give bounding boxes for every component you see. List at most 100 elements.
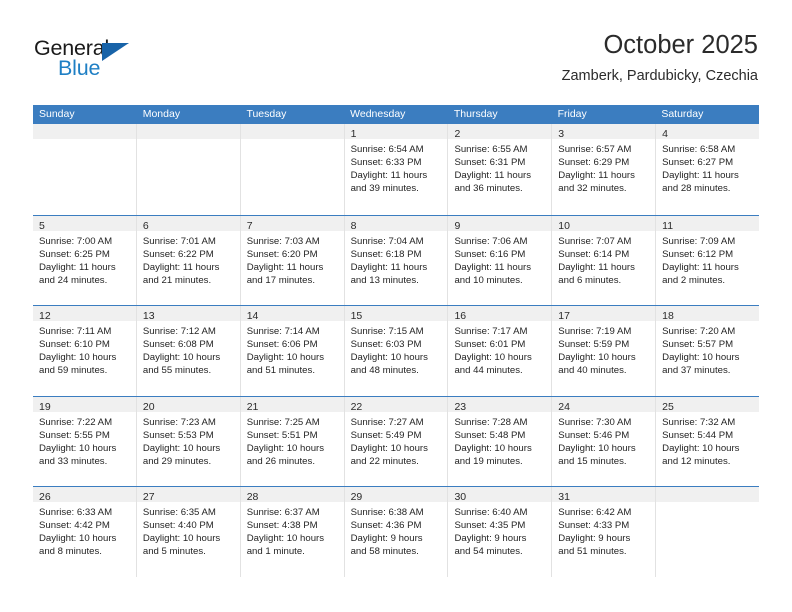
sunset-text: Sunset: 6:18 PM — [350, 248, 422, 260]
day-number-band: 10 — [552, 215, 656, 232]
day-number-band — [240, 124, 344, 139]
day-number-band: 31 — [552, 487, 656, 503]
day-details: Sunrise: 7:11 AM Sunset: 6:10 PM Daylight:… — [33, 321, 136, 377]
sunrise-text: Sunrise: 7:27 AM — [350, 416, 424, 428]
day-details: Sunrise: 7:06 AM Sunset: 6:16 PM Daylight:… — [448, 231, 551, 287]
daylight-text-line2: and 24 minutes. — [39, 274, 108, 286]
day-number: 8 — [350, 219, 357, 232]
calendar-day-cell[interactable]: 22 Sunrise: 7:27 AM Sunset: 5:49 PM Dayligh… — [343, 396, 448, 486]
day-number-band: 21 — [240, 396, 344, 413]
calendar-day-cell[interactable]: 31 Sunrise: 6:42 AM Sunset: 4:33 PM Dayligh… — [551, 487, 656, 577]
day-number: 18 — [662, 310, 674, 322]
sunrise-text: Sunrise: 6:58 AM — [662, 144, 736, 155]
daylight-text-line1: Daylight: 11 hours — [39, 261, 116, 273]
weekday-thursday: Thursday — [453, 108, 498, 120]
calendar-day-cell[interactable]: 30 Sunrise: 6:40 AM Sunset: 4:35 PM Dayligh… — [447, 487, 552, 577]
daylight-text-line2: and 2 minutes. — [662, 274, 726, 286]
calendar-day-cell[interactable]: 1 Sunrise: 6:54 AM Sunset: 6:33 PM Daylight… — [343, 124, 448, 215]
daylight-text-line2: and 36 minutes. — [454, 183, 523, 195]
calendar-day-cell[interactable]: 13 Sunrise: 7:12 AM Sunset: 6:08 PM Dayligh… — [135, 306, 240, 396]
sunset-text: Sunset: 6:12 PM — [662, 248, 734, 260]
day-number: 5 — [39, 219, 45, 232]
day-number-band — [33, 124, 136, 139]
calendar-day-cell[interactable]: 18 Sunrise: 7:20 AM Sunset: 5:57 PM Dayligh… — [655, 306, 760, 396]
calendar-day-cell[interactable]: 12 Sunrise: 7:11 AM Sunset: 6:10 PM Dayligh… — [33, 306, 136, 396]
calendar-day-cell[interactable]: 4 Sunrise: 6:58 AM Sunset: 6:27 PM Daylight… — [655, 124, 760, 215]
calendar-day-cell[interactable]: 6 Sunrise: 7:01 AM Sunset: 6:22 PM Daylight… — [135, 215, 240, 305]
sunrise-text: Sunrise: 6:54 AM — [350, 144, 424, 155]
calendar-day-cell[interactable]: 9 Sunrise: 7:06 AM Sunset: 6:16 PM Daylight… — [447, 215, 552, 305]
day-number-band: 13 — [136, 306, 240, 322]
day-number: 12 — [39, 310, 51, 322]
calendar-day-cell[interactable]: 27 Sunrise: 6:35 AM Sunset: 4:40 PM Dayligh… — [135, 487, 240, 577]
calendar-day-cell-empty — [655, 487, 760, 577]
day-number: 22 — [350, 400, 363, 413]
day-details: Sunrise: 7:14 AM Sunset: 6:06 PM Daylight:… — [241, 321, 344, 377]
day-number-band: 26 — [33, 487, 136, 503]
sunset-text: Sunset: 6:14 PM — [558, 248, 630, 260]
weekday-sunday: Sunday — [39, 108, 75, 120]
day-number-band: 28 — [240, 487, 344, 503]
sunrise-text: Sunrise: 7:30 AM — [558, 416, 632, 428]
calendar-day-cell[interactable]: 10 Sunrise: 7:07 AM Sunset: 6:14 PM Dayligh… — [551, 215, 656, 305]
calendar-day-cell[interactable]: 17 Sunrise: 7:19 AM Sunset: 5:59 PM Dayligh… — [551, 306, 656, 396]
sunrise-text: Sunrise: 7:11 AM — [39, 326, 112, 337]
day-number: 6 — [142, 219, 149, 232]
calendar-day-cell[interactable]: 5 Sunrise: 7:00 AM Sunset: 6:25 PM Daylight… — [33, 215, 136, 305]
calendar-day-cell[interactable]: 14 Sunrise: 7:14 AM Sunset: 6:06 PM Dayligh… — [239, 306, 344, 396]
calendar-day-cell[interactable]: 23 Sunrise: 7:28 AM Sunset: 5:48 PM Dayligh… — [447, 396, 552, 486]
day-number: 25 — [662, 400, 674, 413]
sunset-text: Sunset: 4:42 PM — [39, 520, 110, 532]
day-number: 20 — [142, 400, 155, 413]
day-details: Sunrise: 7:03 AM Sunset: 6:20 PM Daylight:… — [241, 231, 344, 287]
day-details: Sunrise: 7:32 AM Sunset: 5:44 PM Daylight:… — [656, 412, 759, 468]
day-details: Sunrise: 6:57 AM Sunset: 6:29 PM Daylight:… — [552, 139, 655, 195]
calendar-day-cell[interactable]: 25 Sunrise: 7:32 AM Sunset: 5:44 PM Dayligh… — [655, 396, 760, 486]
day-number: 24 — [558, 400, 570, 413]
sunset-text: Sunset: 6:16 PM — [454, 248, 526, 260]
calendar-day-cell[interactable]: 8 Sunrise: 7:04 AM Sunset: 6:18 PM Daylight… — [343, 215, 448, 305]
day-number-band: 19 — [33, 396, 136, 413]
sunrise-text: Sunrise: 7:00 AM — [39, 235, 113, 247]
general-blue-logo: General Blue — [34, 36, 184, 84]
calendar-day-cell[interactable]: 7 Sunrise: 7:03 AM Sunset: 6:20 PM Daylight… — [239, 215, 344, 305]
calendar-day-cell[interactable]: 26 Sunrise: 6:33 AM Sunset: 4:42 PM Dayligh… — [33, 487, 136, 577]
day-details: Sunrise: 6:37 AM Sunset: 4:38 PM Daylight:… — [241, 502, 344, 558]
triangle-icon — [102, 43, 129, 61]
calendar-day-cell[interactable]: 11 Sunrise: 7:09 AM Sunset: 6:12 PM Dayligh… — [655, 215, 760, 305]
daylight-text-line1: Daylight: 10 hours — [454, 352, 532, 364]
calendar-day-cell[interactable]: 29 Sunrise: 6:38 AM Sunset: 4:36 PM Dayligh… — [343, 487, 448, 577]
daylight-text-line1: Daylight: 11 hours — [662, 261, 739, 273]
daylight-text-line1: Daylight: 9 hours — [454, 533, 527, 545]
daylight-text-line2: and 32 minutes. — [558, 183, 627, 195]
day-details: Sunrise: 6:58 AM Sunset: 6:27 PM Daylight:… — [656, 139, 759, 195]
daylight-text-line1: Daylight: 10 hours — [558, 352, 636, 364]
calendar-day-cell-empty — [239, 124, 344, 215]
daylight-text-line2: and 51 minutes. — [246, 365, 315, 377]
sunrise-text: Sunrise: 7:07 AM — [558, 235, 632, 247]
day-number-band: 12 — [33, 306, 136, 322]
calendar-day-cell[interactable]: 28 Sunrise: 6:37 AM Sunset: 4:38 PM Dayligh… — [239, 487, 344, 577]
daylight-text-line1: Daylight: 10 hours — [246, 442, 325, 454]
calendar-day-cell[interactable]: 19 Sunrise: 7:22 AM Sunset: 5:55 PM Dayligh… — [33, 396, 136, 486]
calendar-day-cell[interactable]: 15 Sunrise: 7:15 AM Sunset: 6:03 PM Dayligh… — [343, 306, 448, 396]
daylight-text-line1: Daylight: 11 hours — [454, 261, 532, 273]
calendar-day-cell[interactable]: 21 Sunrise: 7:25 AM Sunset: 5:51 PM Dayligh… — [239, 396, 344, 486]
day-details: Sunrise: 6:35 AM Sunset: 4:40 PM Daylight:… — [137, 502, 240, 558]
day-number-band: 23 — [448, 396, 552, 413]
day-number: 14 — [246, 310, 259, 322]
daylight-text-line2: and 13 minutes. — [350, 274, 419, 286]
daylight-text-line1: Daylight: 9 hours — [558, 533, 631, 545]
daylight-text-line2: and 58 minutes. — [350, 546, 419, 558]
sunrise-text: Sunrise: 7:04 AM — [350, 235, 424, 247]
calendar-day-cell[interactable]: 24 Sunrise: 7:30 AM Sunset: 5:46 PM Dayligh… — [551, 396, 656, 486]
calendar-day-cell[interactable]: 3 Sunrise: 6:57 AM Sunset: 6:29 PM Daylight… — [551, 124, 656, 215]
calendar-day-cell[interactable]: 16 Sunrise: 7:17 AM Sunset: 6:01 PM Dayligh… — [447, 306, 552, 396]
calendar-day-cell[interactable]: 2 Sunrise: 6:55 AM Sunset: 6:31 PM Daylight… — [447, 124, 552, 215]
weekday-header-row: Sunday Monday Tuesday Wednesday Thursday… — [33, 105, 759, 124]
day-number-band: 1 — [344, 124, 448, 140]
day-details: Sunrise: 7:01 AM Sunset: 6:22 PM Daylight:… — [137, 231, 240, 287]
calendar-day-cell[interactable]: 20 Sunrise: 7:23 AM Sunset: 5:53 PM Dayligh… — [135, 396, 240, 486]
day-details: Sunrise: 7:09 AM Sunset: 6:12 PM Daylight:… — [656, 231, 759, 287]
daylight-text-line2: and 21 minutes. — [142, 274, 212, 286]
